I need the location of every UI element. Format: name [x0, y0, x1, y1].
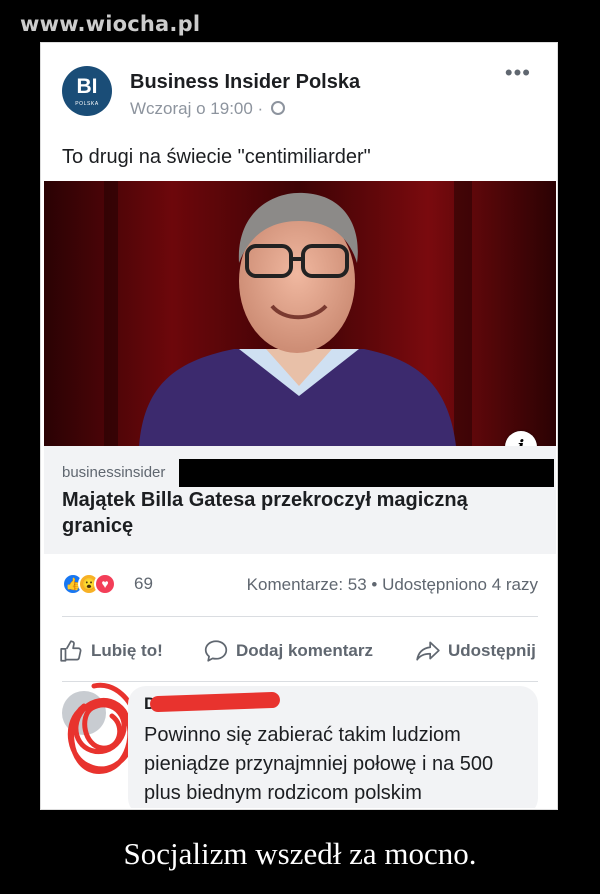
- page-name-link[interactable]: Business Insider Polska: [130, 71, 360, 94]
- globe-icon: [270, 101, 285, 115]
- red-name-redaction: [149, 691, 281, 713]
- avatar-logo-text: BI: [76, 75, 98, 98]
- post-text: To drugi na świecie "centimiliarder": [62, 146, 371, 168]
- like-button[interactable]: Lubię to!: [59, 638, 163, 666]
- like-label: Lubię to!: [91, 641, 163, 660]
- comment-label: Dodaj komentarz: [236, 641, 373, 660]
- reaction-count: 69: [134, 574, 153, 593]
- post-timestamp[interactable]: Wczoraj o 19:00 ·: [130, 99, 285, 119]
- link-domain: businessinsider: [62, 464, 166, 481]
- link-preview[interactable]: businessinsider Majątek Billa Gatesa prz…: [44, 446, 556, 554]
- share-label: Udostępnij: [448, 641, 536, 660]
- redaction-bar: [179, 459, 554, 487]
- divider: [62, 616, 538, 617]
- share-arrow-icon: [416, 641, 440, 661]
- comment-bubble: D Powinno się zabierać takim ludziom pie…: [128, 686, 538, 808]
- speech-bubble-icon: [204, 640, 228, 662]
- timestamp-text: Wczoraj o 19:00 ·: [130, 99, 268, 118]
- watermark: www.wiocha.pl: [20, 12, 201, 36]
- avatar-logo-subtext: POLSKA: [75, 101, 99, 107]
- share-button[interactable]: Udostępnij: [414, 638, 536, 666]
- comment-text: Powinno się zabierać takim ludziom pieni…: [144, 724, 494, 804]
- comments-shares-stats[interactable]: Komentarze: 53 • Udostępniono 4 razy: [247, 575, 538, 595]
- screenshot-frame: BI POLSKA Business Insider Polska Wczora…: [40, 42, 558, 810]
- more-options-button[interactable]: •••: [505, 60, 531, 86]
- demotivator-caption: Socjalizm wszedł za mocno.: [123, 836, 477, 871]
- link-title: Majątek Billa Gatesa przekroczył magiczn…: [62, 489, 468, 537]
- thumbs-up-icon: [60, 640, 82, 662]
- post-card: BI POLSKA Business Insider Polska Wczora…: [44, 46, 556, 808]
- page-avatar[interactable]: BI POLSKA: [62, 66, 112, 116]
- love-reaction-icon: ♥: [94, 573, 116, 595]
- comment-button[interactable]: Dodaj komentarz: [202, 638, 373, 666]
- post-image[interactable]: [44, 181, 556, 446]
